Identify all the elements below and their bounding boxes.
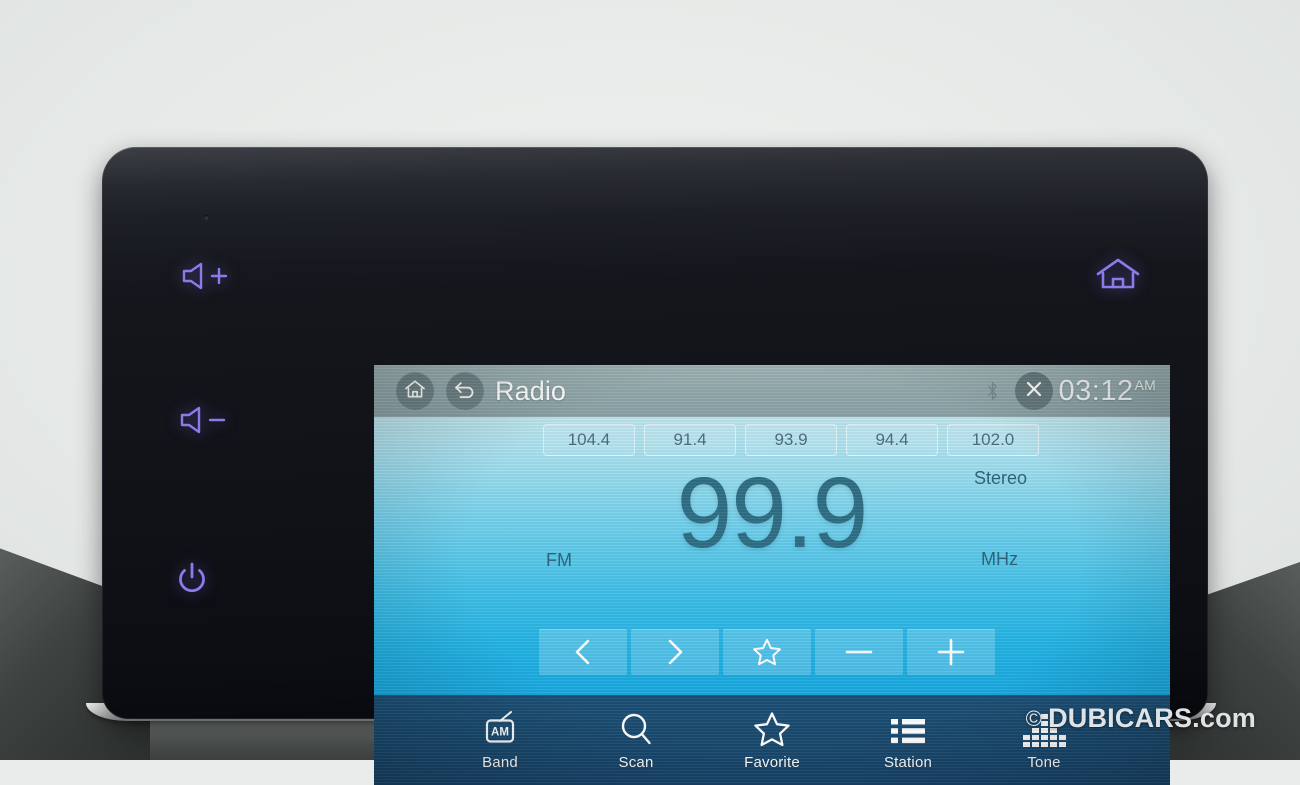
close-x-icon	[1024, 379, 1044, 404]
preset-button[interactable]: 91.4	[644, 424, 736, 456]
microphone-hole	[204, 215, 209, 220]
chevron-right-icon	[662, 637, 688, 667]
head-unit-body: Radio 03:12 AM 104.4 91.4 93.9 94.4 102.…	[102, 147, 1208, 785]
frequency-display: FM 99.9 Stereo MHz	[374, 463, 1170, 595]
nav-item-scan[interactable]: Scan	[568, 709, 704, 771]
tuner-controls	[539, 629, 995, 675]
nav-label: Band	[482, 754, 518, 771]
status-bar: Radio 03:12 AM	[374, 365, 1170, 417]
home-button[interactable]	[396, 372, 434, 410]
back-button[interactable]	[446, 372, 484, 410]
clock-ampm: AM	[1134, 376, 1156, 393]
nav-item-favorite[interactable]: Favorite	[704, 709, 840, 771]
nav-label: Favorite	[744, 754, 800, 771]
nav-label: Tone	[1027, 754, 1061, 771]
speaker-plus-icon	[180, 260, 234, 292]
copyright-symbol: ©	[1025, 705, 1043, 731]
search-icon	[618, 709, 654, 747]
power-icon	[175, 561, 209, 597]
preset-button[interactable]: 93.9	[745, 424, 837, 456]
tune-down-button[interactable]	[539, 629, 627, 675]
svg-text:AM: AM	[491, 727, 509, 739]
nav-label: Scan	[618, 754, 654, 771]
seek-down-button[interactable]	[815, 629, 903, 675]
bezel-gloss	[102, 147, 1208, 267]
nav-label: Station	[883, 754, 933, 771]
home-icon	[1095, 257, 1141, 291]
nav-item-band[interactable]: AM Band	[432, 709, 568, 771]
back-arrow-icon	[453, 378, 477, 405]
preset-button[interactable]: 104.4	[543, 424, 635, 456]
frequency-unit-label: MHz	[981, 549, 1018, 569]
bluetooth-icon	[986, 381, 999, 401]
plus-icon	[934, 637, 968, 667]
star-icon	[752, 637, 782, 667]
home-icon	[404, 379, 426, 404]
preset-button[interactable]: 94.4	[846, 424, 938, 456]
volume-up-hardware-key[interactable]	[174, 255, 240, 297]
preset-button[interactable]: 102.0	[947, 424, 1039, 456]
nav-item-station[interactable]: Station	[840, 709, 976, 771]
star-icon	[753, 709, 791, 747]
power-hardware-key[interactable]	[164, 555, 220, 603]
page-title: Radio	[495, 375, 567, 406]
close-button[interactable]	[1014, 372, 1053, 410]
status-bar-right: 03:12 AM	[986, 372, 1170, 410]
preset-list: 104.4 91.4 93.9 94.4 102.0	[543, 424, 1039, 456]
watermark-text: DUBICARS.com	[1048, 703, 1256, 733]
clock-time: 03:12	[1058, 374, 1134, 407]
tune-up-button[interactable]	[631, 629, 719, 675]
seek-up-button[interactable]	[907, 629, 995, 675]
radio-am-icon: AM	[480, 709, 520, 747]
watermark: © DUBICARS.com	[1026, 703, 1256, 734]
volume-down-hardware-key[interactable]	[172, 399, 238, 441]
minus-icon	[842, 637, 876, 667]
stereo-indicator: Stereo	[973, 468, 1027, 488]
list-icon	[889, 709, 927, 747]
home-hardware-key[interactable]	[1086, 251, 1150, 297]
chevron-left-icon	[570, 637, 596, 667]
speaker-minus-icon	[178, 404, 232, 436]
clock: 03:12 AM	[1059, 375, 1156, 408]
add-favorite-button[interactable]	[723, 629, 811, 675]
frequency-value: 99.9	[676, 457, 869, 569]
tuner-panel: 104.4 91.4 93.9 94.4 102.0 FM 99.9 Stere…	[374, 417, 1170, 695]
